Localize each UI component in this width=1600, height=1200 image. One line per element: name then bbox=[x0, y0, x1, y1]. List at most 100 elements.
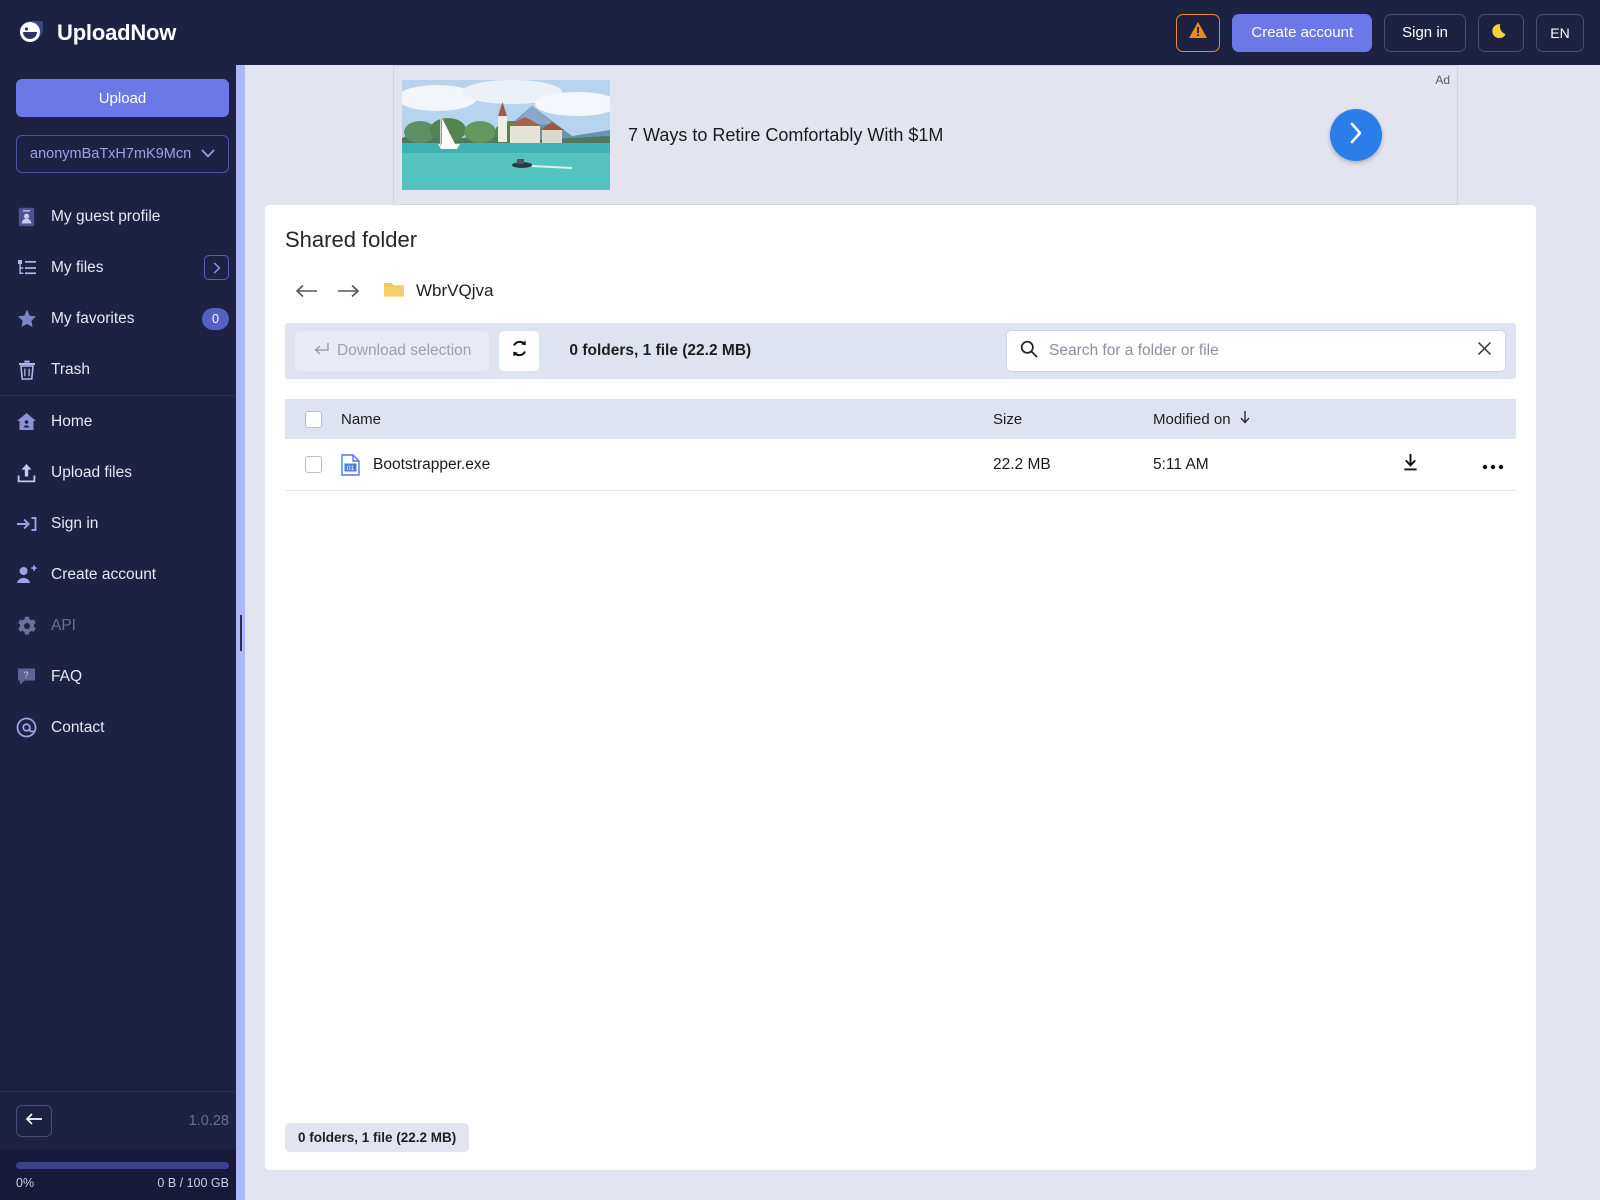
sidebar-item-home[interactable]: Home bbox=[0, 396, 245, 447]
download-selection-label: Download selection bbox=[337, 342, 472, 359]
download-icon[interactable] bbox=[1401, 453, 1420, 477]
ad-label: Ad bbox=[1435, 73, 1450, 87]
language-button[interactable]: EN bbox=[1536, 13, 1584, 52]
refresh-icon bbox=[510, 339, 529, 363]
row-actions bbox=[1401, 453, 1516, 477]
sidebar-item-label: Contact bbox=[51, 718, 105, 736]
account-selector[interactable]: anonymBaTxH7mK9Mcn bbox=[16, 135, 229, 173]
quota-progress-bar bbox=[16, 1162, 229, 1169]
svg-text:?: ? bbox=[23, 670, 28, 680]
table-header-row: Name Size Modified on bbox=[285, 399, 1516, 439]
storage-quota: 0% 0 B / 100 GB bbox=[0, 1150, 245, 1200]
search-icon bbox=[1020, 340, 1038, 363]
breadcrumb: WbrVQjva bbox=[285, 275, 1516, 307]
warning-triangle-icon bbox=[1188, 21, 1208, 44]
app-version: 1.0.28 bbox=[188, 1113, 229, 1129]
breadcrumb-folder[interactable]: WbrVQjva bbox=[383, 280, 493, 303]
moon-icon bbox=[1492, 22, 1510, 44]
expand-my-files-button[interactable] bbox=[204, 255, 229, 280]
footer-summary-badge: 0 folders, 1 file (22.2 MB) bbox=[285, 1123, 470, 1152]
sidebar-resize-handle[interactable] bbox=[236, 65, 245, 1200]
sidebar-item-api[interactable]: API bbox=[0, 600, 245, 651]
home-icon bbox=[16, 411, 37, 432]
chevron-down-icon bbox=[201, 146, 215, 162]
arrow-left-icon bbox=[25, 1112, 43, 1131]
search-box[interactable] bbox=[1006, 330, 1506, 372]
bottom-padding bbox=[245, 1170, 1600, 1200]
question-bubble-icon: ? bbox=[16, 666, 37, 687]
card-footer: 0 folders, 1 file (22.2 MB) bbox=[285, 1123, 470, 1152]
theme-toggle-button[interactable] bbox=[1478, 13, 1524, 52]
sidebar-item-sign-in[interactable]: Sign in bbox=[0, 498, 245, 549]
brand-name: UploadNow bbox=[57, 19, 177, 45]
ad-banner[interactable]: Ad 7 Ways to Retire Comfortably With $1M bbox=[393, 65, 1458, 205]
row-checkbox[interactable] bbox=[304, 456, 322, 473]
collapse-sidebar-button[interactable] bbox=[16, 1105, 52, 1137]
body-wrapper: Upload anonymBaTxH7mK9Mcn My guest profi… bbox=[0, 65, 1600, 1200]
sign-in-button[interactable]: Sign in bbox=[1384, 13, 1466, 52]
sidebar-item-faq[interactable]: ? FAQ bbox=[0, 651, 245, 702]
column-header-name[interactable]: Name bbox=[341, 411, 993, 428]
file-size: 22.2 MB bbox=[993, 455, 1051, 473]
favorites-count-badge: 0 bbox=[202, 307, 229, 330]
select-all-cell bbox=[285, 410, 341, 428]
quota-percent: 0% bbox=[16, 1176, 35, 1190]
sidebar-item-my-guest-profile[interactable]: My guest profile bbox=[0, 191, 245, 242]
at-sign-icon bbox=[16, 717, 37, 738]
column-header-modified-label: Modified on bbox=[1153, 410, 1231, 428]
sidebar-item-contact[interactable]: Contact bbox=[0, 702, 245, 753]
download-selection-button[interactable]: Download selection bbox=[295, 331, 490, 371]
sidebar-top: Upload anonymBaTxH7mK9Mcn bbox=[0, 65, 245, 173]
sidebar-item-label: My favorites bbox=[51, 309, 135, 327]
account-label: anonymBaTxH7mK9Mcn bbox=[30, 146, 192, 162]
id-card-icon bbox=[16, 206, 37, 227]
sidebar-item-label: Home bbox=[51, 412, 93, 430]
sidebar-item-label: Sign in bbox=[51, 514, 99, 532]
quota-labels: 0% 0 B / 100 GB bbox=[16, 1176, 229, 1190]
select-all-checkbox[interactable] bbox=[304, 410, 322, 428]
sidebar-item-upload-files[interactable]: Upload files bbox=[0, 447, 245, 498]
quota-usage: 0 B / 100 GB bbox=[157, 1176, 229, 1190]
breadcrumb-forward-button[interactable] bbox=[327, 284, 369, 298]
sidebar-nav: My guest profile My files My favorites 0… bbox=[0, 191, 245, 753]
upload-button[interactable]: Upload bbox=[16, 79, 229, 117]
ad-title: 7 Ways to Retire Comfortably With $1M bbox=[628, 124, 944, 145]
brand-logo-group[interactable]: UploadNow bbox=[16, 18, 250, 48]
gear-icon bbox=[16, 615, 37, 636]
file-modified: 5:11 AM bbox=[1153, 455, 1209, 473]
clear-search-icon[interactable] bbox=[1477, 341, 1492, 361]
app-root: UploadNow Create account Sign in EN Uplo… bbox=[0, 0, 1600, 1200]
user-plus-icon bbox=[16, 564, 37, 585]
ad-next-button[interactable] bbox=[1330, 109, 1382, 161]
sidebar-item-label: My files bbox=[51, 258, 104, 276]
folder-toolbar: Download selection 0 folders, 1 file (22… bbox=[285, 323, 1516, 379]
refresh-button[interactable] bbox=[499, 331, 540, 371]
table-row[interactable]: 01 Bootstrapper.exe 22.2 MB 5:11 AM bbox=[285, 439, 1516, 491]
sidebar-item-label: My guest profile bbox=[51, 207, 161, 225]
folder-summary: 0 folders, 1 file (22.2 MB) bbox=[569, 342, 752, 359]
svg-text:01: 01 bbox=[347, 465, 355, 472]
sidebar-flex-spacer bbox=[0, 753, 245, 1091]
search-input[interactable] bbox=[1049, 342, 1466, 360]
sidebar-item-my-files[interactable]: My files bbox=[0, 242, 245, 293]
arrow-down-icon bbox=[1239, 410, 1251, 428]
folder-icon bbox=[383, 280, 405, 303]
column-header-size[interactable]: Size bbox=[993, 411, 1153, 428]
ad-thumbnail bbox=[402, 80, 610, 190]
enter-arrow-icon bbox=[313, 342, 329, 361]
more-options-icon[interactable] bbox=[1482, 455, 1504, 475]
sidebar-item-my-favorites[interactable]: My favorites 0 bbox=[0, 293, 245, 344]
warning-button[interactable] bbox=[1176, 13, 1221, 52]
sidebar-item-label: FAQ bbox=[51, 667, 83, 685]
sidebar-item-label: API bbox=[51, 616, 76, 634]
row-name-cell: 01 Bootstrapper.exe bbox=[341, 453, 993, 476]
column-header-modified[interactable]: Modified on bbox=[1153, 410, 1401, 428]
sidebar-item-label: Upload files bbox=[51, 463, 132, 481]
row-select-cell bbox=[285, 456, 341, 473]
sidebar-item-create-account[interactable]: Create account bbox=[0, 549, 245, 600]
sidebar-item-trash[interactable]: Trash bbox=[0, 344, 245, 395]
binary-file-icon: 01 bbox=[341, 453, 360, 476]
create-account-button[interactable]: Create account bbox=[1232, 13, 1373, 52]
breadcrumb-back-button[interactable] bbox=[285, 284, 327, 298]
sidebar: Upload anonymBaTxH7mK9Mcn My guest profi… bbox=[0, 65, 245, 1200]
